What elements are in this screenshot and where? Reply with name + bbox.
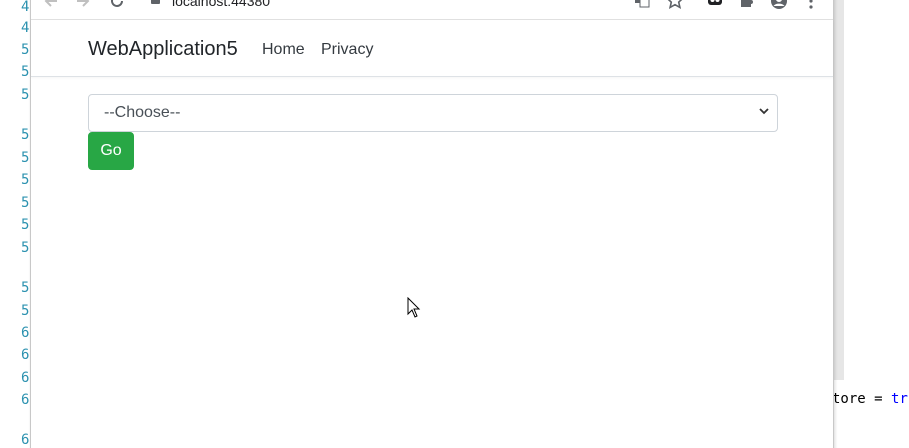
nav-link-privacy[interactable]: Privacy	[321, 41, 373, 59]
extensions-puzzle-icon[interactable]	[737, 0, 757, 12]
choose-select[interactable]: --Choose--	[88, 94, 778, 132]
mouse-cursor-icon	[407, 297, 421, 318]
brand-link[interactable]: WebApplication5	[88, 38, 238, 61]
extension-app-icon[interactable]	[705, 0, 725, 12]
code-fragment: tore = tr	[832, 390, 908, 408]
select-value: --Choose--	[104, 104, 181, 121]
chevron-down-icon	[759, 108, 769, 115]
site-navbar: WebApplication5 Home Privacy	[31, 20, 833, 77]
bookmark-star-icon[interactable]	[665, 0, 685, 12]
back-arrow-icon[interactable]	[41, 0, 61, 12]
nav-link-home[interactable]: Home	[262, 41, 305, 59]
reload-icon[interactable]	[107, 0, 127, 12]
go-button[interactable]: Go	[88, 132, 134, 170]
editor-scrollbar[interactable]	[834, 0, 844, 380]
more-menu-icon[interactable]	[801, 0, 821, 12]
address-bar-url[interactable]: localhost:44380	[172, 0, 270, 10]
profile-avatar-icon[interactable]	[769, 0, 789, 12]
code-text: tore =	[832, 391, 892, 407]
code-keyword: tr	[891, 391, 908, 407]
browser-window: localhost:44380 WebApplication5 Home Pri…	[30, 0, 834, 448]
translate-icon[interactable]	[632, 0, 652, 12]
forward-arrow-icon[interactable]	[73, 0, 93, 12]
browser-toolbar: localhost:44380	[31, 0, 833, 20]
lock-icon	[151, 0, 160, 4]
